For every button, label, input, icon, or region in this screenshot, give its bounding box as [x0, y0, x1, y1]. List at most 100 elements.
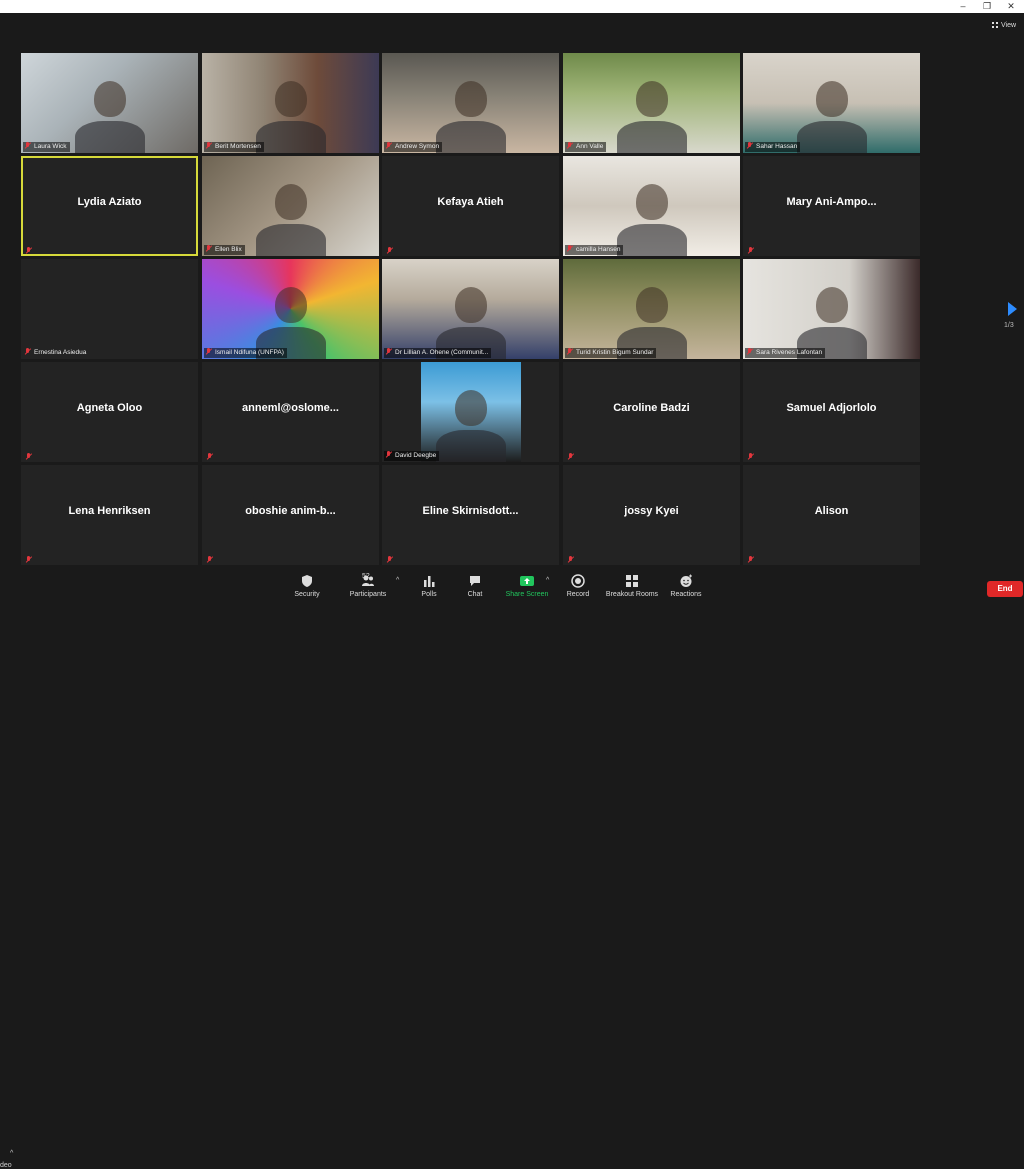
participant-tile[interactable]: Agneta Oloo [21, 362, 198, 462]
participant-tile[interactable]: David Deegbe [382, 362, 559, 462]
record-icon [571, 574, 585, 588]
participant-tile[interactable]: Caroline Badzi [563, 362, 740, 462]
participant-tile[interactable]: anneml@oslome... [202, 362, 379, 462]
participant-name: jossy Kyei [624, 505, 679, 517]
participant-tile[interactable]: Samuel Adjorlolo [743, 362, 920, 462]
participant-name-tag: Ann Valle [565, 142, 607, 152]
participant-name-tag: Ernestina Asiedua [23, 348, 89, 358]
participant-tile[interactable]: Ann Valle [563, 53, 740, 153]
participant-shoulders [435, 430, 506, 462]
participant-tile[interactable]: Ellen Blix [202, 156, 379, 256]
muted-mic-icon [26, 453, 32, 460]
share-screen-button[interactable]: Share Screen [504, 574, 550, 602]
minimize-icon[interactable]: – [956, 0, 970, 13]
gallery-view: Laura Wick Berit Mortensen Andrew Symon Ann… [21, 53, 921, 565]
participant-name-tag: Berit Mortensen [204, 142, 264, 152]
participant-silhouette [454, 81, 487, 117]
view-button[interactable]: View [992, 19, 1022, 33]
participant-tile[interactable]: Kefaya Atieh [382, 156, 559, 256]
security-button[interactable]: Security [290, 574, 324, 602]
participant-silhouette [274, 184, 307, 220]
participant-tile[interactable]: jossy Kyei [563, 465, 740, 565]
participant-tile[interactable]: Lena Henriksen [21, 465, 198, 565]
participant-silhouette [635, 81, 668, 117]
record-label: Record [566, 591, 590, 598]
next-page-arrow-icon[interactable] [1008, 302, 1017, 316]
participant-tile[interactable]: oboshie anim-b... [202, 465, 379, 565]
participant-tile[interactable]: Alison [743, 465, 920, 565]
participant-name-tag: Andrew Symon [384, 142, 443, 152]
breakout-rooms-button[interactable]: Breakout Rooms [605, 574, 659, 602]
muted-mic-icon [206, 142, 212, 149]
participant-silhouette [635, 184, 668, 220]
participants-label: Participants [349, 591, 387, 598]
muted-mic-icon [25, 142, 31, 149]
participant-shoulders [255, 121, 326, 153]
participants-button[interactable]: 52 Participants [348, 573, 388, 602]
participant-tile[interactable]: Andrew Symon [382, 53, 559, 153]
participant-name: anneml@oslome... [242, 402, 339, 414]
participant-tile[interactable]: Ernestina Asiedua [21, 259, 198, 359]
share-screen-label: Share Screen [505, 591, 549, 598]
participant-name: Lydia Aziato [77, 196, 142, 208]
participant-tile[interactable]: Sahar Hassan [743, 53, 920, 153]
share-screen-icon [520, 576, 534, 586]
share-screen-caret[interactable]: ^ [546, 577, 549, 584]
participant-name: Caroline Badzi [613, 402, 690, 414]
participant-name: camilla Hansen [576, 246, 621, 253]
participant-name-tag: Ismail Ndifuna (UNFPA) [204, 348, 287, 358]
participant-tile[interactable]: Dr Lillian A. Ohene (Communit... [382, 259, 559, 359]
participant-name: Samuel Adjorlolo [786, 402, 877, 414]
participant-tile[interactable]: Eline Skirnisdott... [382, 465, 559, 565]
participant-name-tag: Turid Kristin Bigum Sundar [565, 348, 657, 358]
grid-icon [992, 22, 998, 28]
chat-button[interactable]: Chat [462, 574, 488, 602]
participant-name: Lena Henriksen [68, 505, 151, 517]
participant-shoulders [255, 224, 326, 256]
view-label: View [1001, 22, 1017, 29]
participant-tile[interactable]: Berit Mortensen [202, 53, 379, 153]
participant-name: Ellen Blix [215, 246, 242, 253]
participant-name: oboshie anim-b... [245, 505, 336, 517]
participant-tile[interactable]: Lydia Aziato [21, 156, 198, 256]
muted-mic-icon [748, 453, 754, 460]
participant-tile[interactable]: Sara Rivenes Lafontan [743, 259, 920, 359]
muted-mic-icon [748, 247, 754, 254]
muted-mic-icon [747, 348, 753, 355]
participants-caret[interactable]: ^ [396, 577, 399, 584]
participant-tile[interactable]: Turid Kristin Bigum Sundar [563, 259, 740, 359]
smiley-icon [680, 574, 692, 587]
participant-tile[interactable]: camilla Hansen [563, 156, 740, 256]
polls-button[interactable]: Polls [416, 574, 442, 602]
participant-name: Berit Mortensen [215, 143, 261, 150]
participant-silhouette [454, 287, 487, 323]
participant-tile[interactable]: Mary Ani-Ampo... [743, 156, 920, 256]
participant-tile[interactable]: Ismail Ndifuna (UNFPA) [202, 259, 379, 359]
video-label[interactable]: deo [0, 1162, 12, 1169]
reactions-label: Reactions [670, 591, 702, 598]
participant-name: Sahar Hassan [756, 143, 798, 150]
close-icon[interactable]: ✕ [1004, 0, 1018, 13]
participant-name-tag: camilla Hansen [565, 245, 624, 255]
end-meeting-button[interactable]: End [987, 581, 1023, 597]
participant-tile[interactable]: Laura Wick [21, 53, 198, 153]
participant-name: Agneta Oloo [76, 402, 143, 414]
muted-mic-icon [386, 451, 392, 458]
participant-name: Mary Ani-Ampo... [786, 196, 877, 208]
reactions-button[interactable]: Reactions [670, 574, 702, 602]
muted-mic-icon [747, 142, 753, 149]
participant-name-tag: Sara Rivenes Lafontan [745, 348, 826, 358]
record-button[interactable]: Record [564, 574, 592, 602]
muted-mic-icon [748, 556, 754, 563]
participant-silhouette [274, 287, 307, 323]
chat-label: Chat [467, 591, 483, 598]
chat-bubble-icon [470, 576, 480, 586]
participant-name: Eline Skirnisdott... [422, 505, 519, 517]
participant-name: Ernestina Asiedua [34, 349, 87, 356]
participant-name-tag: David Deegbe [384, 451, 440, 461]
video-options-caret[interactable]: ^ [10, 1150, 13, 1157]
participant-name-tag: Laura Wick [23, 142, 70, 152]
muted-mic-icon [567, 245, 573, 252]
maximize-icon[interactable]: ❐ [980, 0, 994, 13]
participant-name-tag: Ellen Blix [204, 245, 245, 255]
